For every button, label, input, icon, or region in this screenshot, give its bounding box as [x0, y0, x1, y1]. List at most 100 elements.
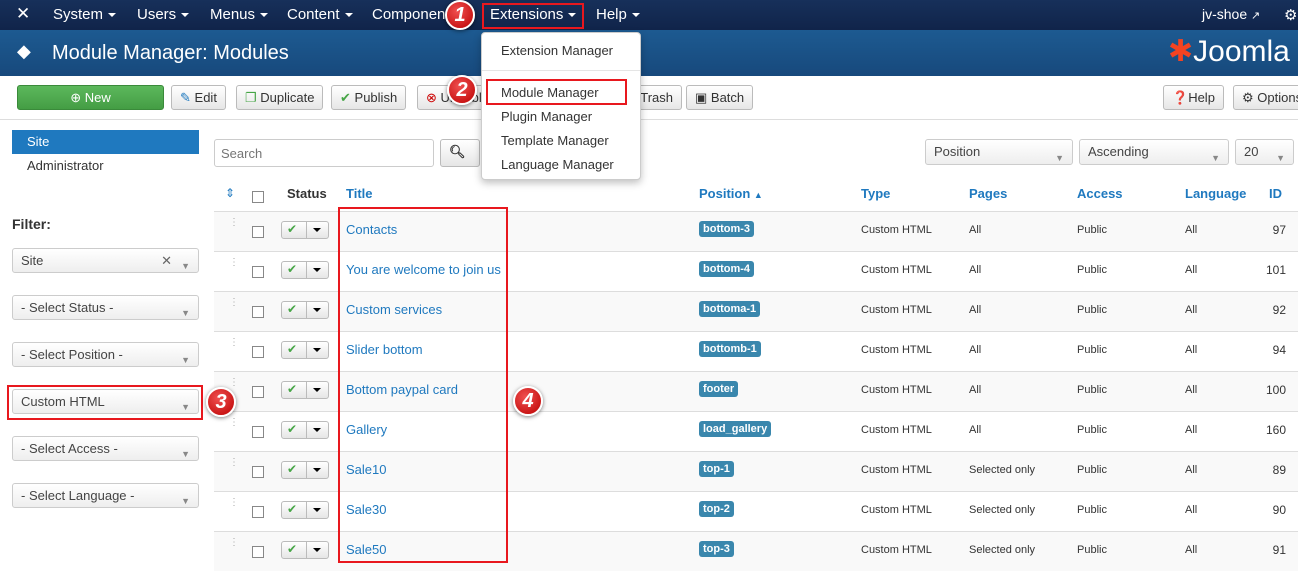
- page-title: Module Manager: Modules: [52, 42, 289, 64]
- position-badge: footer: [699, 381, 739, 397]
- drag-handle-icon[interactable]: ⋮: [229, 338, 239, 348]
- type-cell: Custom HTML: [861, 544, 932, 556]
- col-pages[interactable]: Pages: [969, 186, 1007, 201]
- search-input[interactable]: [214, 139, 434, 167]
- nav-users[interactable]: Users: [137, 6, 190, 23]
- id-cell: 100: [1265, 383, 1286, 397]
- language-cell: All: [1185, 224, 1198, 236]
- status-toggle[interactable]: ✔: [281, 501, 329, 519]
- menu-item-plugin-manager[interactable]: Plugin Manager: [501, 109, 592, 124]
- check-icon: ✔: [287, 422, 298, 436]
- row-checkbox[interactable]: [252, 226, 264, 238]
- row-checkbox[interactable]: [252, 346, 264, 358]
- drag-handle-icon[interactable]: ⋮: [229, 458, 239, 468]
- toolbar: ⊕ New ✎ Edit ❐ Duplicate ✔ Publish ⊗ Unp…: [0, 76, 1298, 120]
- status-toggle[interactable]: ✔: [281, 421, 329, 439]
- caret-down-icon[interactable]: [313, 428, 321, 432]
- access-cell: Public: [1077, 264, 1107, 276]
- id-cell: 94: [1272, 343, 1286, 357]
- col-id[interactable]: ID: [1269, 186, 1282, 201]
- status-toggle[interactable]: ✔: [281, 261, 329, 279]
- sort-field-select[interactable]: Position ▼: [925, 139, 1073, 165]
- position-badge: bottom-4: [699, 261, 755, 277]
- access-filter[interactable]: - Select Access - ▼: [12, 436, 199, 461]
- status-filter[interactable]: - Select Status - ▼: [12, 295, 199, 320]
- sidebar-item-administrator[interactable]: Administrator: [12, 154, 199, 178]
- drag-handle-icon[interactable]: ⋮: [229, 378, 239, 388]
- page-header: ◆ Module Manager: Modules ✱Joomla: [0, 30, 1298, 76]
- user-site-link[interactable]: jv-shoe ↗: [1202, 6, 1260, 22]
- row-checkbox[interactable]: [252, 306, 264, 318]
- col-status[interactable]: Status: [287, 186, 327, 201]
- drag-handle-icon[interactable]: ⋮: [229, 258, 239, 268]
- caret-down-icon[interactable]: [313, 508, 321, 512]
- sort-direction-select[interactable]: Ascending ▼: [1079, 139, 1229, 165]
- pages-cell: All: [969, 384, 982, 396]
- new-button[interactable]: ⊕ New: [17, 85, 164, 110]
- drag-handle-icon[interactable]: ⋮: [229, 498, 239, 508]
- list-limit-select[interactable]: 20 ▼: [1235, 139, 1294, 165]
- type-cell: Custom HTML: [861, 344, 932, 356]
- col-title[interactable]: Title: [346, 186, 373, 201]
- joomla-logo-icon[interactable]: ✕: [16, 4, 30, 24]
- drag-handle-icon[interactable]: ⋮: [229, 418, 239, 428]
- options-button[interactable]: ⚙ Options: [1233, 85, 1298, 110]
- status-toggle[interactable]: ✔: [281, 461, 329, 479]
- status-toggle[interactable]: ✔: [281, 341, 329, 359]
- status-toggle[interactable]: ✔: [281, 541, 329, 559]
- row-checkbox[interactable]: [252, 386, 264, 398]
- publish-button[interactable]: ✔ Publish: [331, 85, 407, 110]
- language-filter[interactable]: - Select Language - ▼: [12, 483, 199, 508]
- caret-down-icon[interactable]: [313, 548, 321, 552]
- row-checkbox[interactable]: [252, 506, 264, 518]
- status-toggle[interactable]: ✔: [281, 221, 329, 239]
- status-toggle[interactable]: ✔: [281, 301, 329, 319]
- access-cell: Public: [1077, 384, 1107, 396]
- status-toggle[interactable]: ✔: [281, 381, 329, 399]
- nav-system[interactable]: System: [53, 6, 117, 23]
- drag-handle-icon[interactable]: ⋮: [229, 298, 239, 308]
- caret-down-icon[interactable]: [313, 308, 321, 312]
- nav-components[interactable]: Components: [372, 6, 452, 23]
- pages-cell: All: [969, 424, 982, 436]
- drag-handle-icon[interactable]: ⋮: [229, 218, 239, 228]
- col-language[interactable]: Language: [1185, 186, 1246, 201]
- nav-content[interactable]: Content: [287, 6, 353, 23]
- caret-down-icon[interactable]: [313, 468, 321, 472]
- caret-down-icon[interactable]: [313, 228, 321, 232]
- client-filter[interactable]: Site ✕ ▼: [12, 248, 199, 273]
- position-filter[interactable]: - Select Position - ▼: [12, 342, 199, 367]
- col-type[interactable]: Type: [861, 186, 890, 201]
- access-cell: Public: [1077, 304, 1107, 316]
- drag-handle-icon[interactable]: ⋮: [229, 538, 239, 548]
- batch-button[interactable]: ▣ Batch: [686, 85, 754, 110]
- language-cell: All: [1185, 304, 1198, 316]
- caret-down-icon[interactable]: [313, 388, 321, 392]
- row-checkbox[interactable]: [252, 466, 264, 478]
- row-checkbox[interactable]: [252, 266, 264, 278]
- type-cell: Custom HTML: [861, 304, 932, 316]
- col-access[interactable]: Access: [1077, 186, 1123, 201]
- nav-help[interactable]: Help: [596, 6, 640, 23]
- help-button[interactable]: ❓Help: [1163, 85, 1224, 110]
- edit-button[interactable]: ✎ Edit: [171, 85, 226, 110]
- ordering-sort-icon[interactable]: ⇕: [225, 186, 235, 200]
- nav-menus[interactable]: Menus: [210, 6, 269, 23]
- gear-icon[interactable]: ⚙: [1284, 6, 1297, 24]
- row-checkbox[interactable]: [252, 426, 264, 438]
- menu-item-template-manager[interactable]: Template Manager: [501, 133, 609, 148]
- caret-down-icon[interactable]: [313, 348, 321, 352]
- language-cell: All: [1185, 544, 1198, 556]
- clear-icon[interactable]: ✕: [161, 249, 172, 272]
- step-marker-3: 3: [206, 387, 236, 417]
- select-all-checkbox[interactable]: [252, 191, 264, 203]
- search-button[interactable]: 🔍︎: [440, 139, 480, 167]
- row-checkbox[interactable]: [252, 546, 264, 558]
- menu-item-extension-manager[interactable]: Extension Manager: [501, 43, 613, 58]
- duplicate-button[interactable]: ❐ Duplicate: [236, 85, 324, 110]
- highlight-module-manager: [486, 79, 627, 105]
- caret-down-icon[interactable]: [313, 268, 321, 272]
- sidebar-item-site[interactable]: Site: [12, 130, 199, 154]
- menu-item-language-manager[interactable]: Language Manager: [501, 157, 614, 172]
- col-position[interactable]: Position ▲: [699, 186, 763, 201]
